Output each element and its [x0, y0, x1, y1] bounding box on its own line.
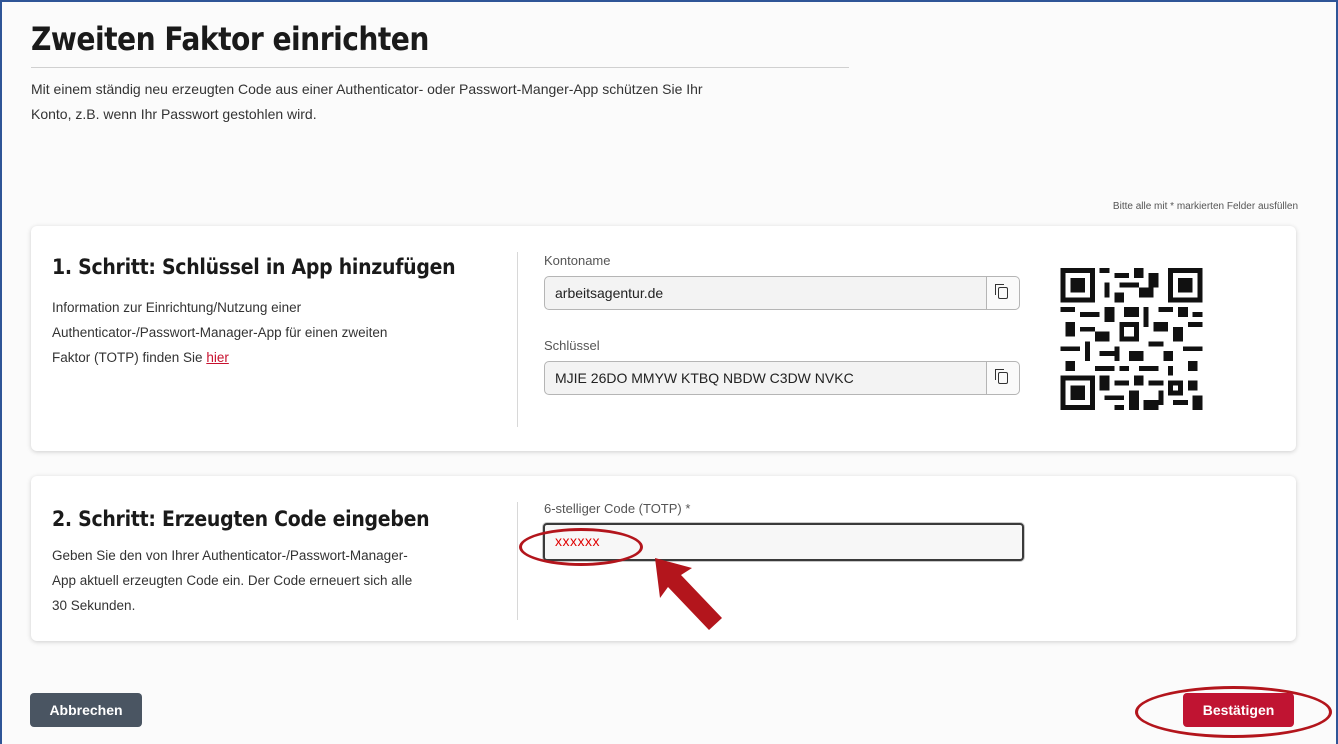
cancel-button[interactable]: Abbrechen	[30, 693, 142, 727]
qr-code-icon	[1058, 268, 1205, 410]
required-fields-hint: Bitte alle mit * markierten Felder ausfü…	[1112, 201, 1298, 212]
step1-divider	[517, 252, 518, 427]
secret-key-label: Schlüssel	[544, 338, 600, 353]
secret-key-field[interactable]: MJIE 26DO MMYW KTBQ NBDW C3DW NVKC	[544, 361, 994, 395]
step2-description: Geben Sie den von Ihrer Authenticator-/P…	[52, 543, 502, 618]
code-highlight-ellipse	[519, 528, 643, 566]
intro-line-2: Konto, z.B. wenn Ihr Passwort gestohlen …	[31, 106, 317, 122]
confirm-button[interactable]: Bestätigen	[1183, 693, 1294, 727]
copy-icon	[995, 284, 1008, 299]
page-title: Zweiten Faktor einrichten	[31, 20, 429, 58]
copy-icon	[995, 369, 1008, 384]
step2-text-line-2: App aktuell erzeugten Code ein. Der Code…	[52, 573, 413, 588]
account-name-label: Kontoname	[544, 253, 611, 268]
copy-key-button[interactable]	[986, 361, 1020, 395]
step1-text-line-2: Authenticator-/Passwort-Manager-App für …	[52, 325, 388, 340]
intro-line-1: Mit einem ständig neu erzeugten Code aus…	[31, 81, 703, 97]
step1-text-line-1: Information zur Einrichtung/Nutzung eine…	[52, 300, 302, 315]
step2-text-line-1: Geben Sie den von Ihrer Authenticator-/P…	[52, 548, 408, 563]
step1-description: Information zur Einrichtung/Nutzung eine…	[52, 295, 502, 370]
annotation-arrow-icon	[655, 558, 722, 630]
intro-text: Mit einem ständig neu erzeugten Code aus…	[31, 77, 841, 127]
step2-text-line-3: 30 Sekunden.	[52, 598, 136, 613]
step1-card: 1. Schritt: Schlüssel in App hinzufügen …	[31, 226, 1296, 451]
secret-key-value: MJIE 26DO MMYW KTBQ NBDW C3DW NVKC	[555, 370, 854, 386]
totp-code-label: 6-stelliger Code (TOTP) *	[544, 501, 691, 516]
step1-text-line-3-prefix: Faktor (TOTP) finden Sie	[52, 350, 207, 365]
step1-title: 1. Schritt: Schlüssel in App hinzufügen	[52, 255, 456, 279]
step1-text-line-3: Faktor (TOTP) finden Sie hier	[52, 345, 502, 370]
step2-title: 2. Schritt: Erzeugten Code eingeben	[52, 507, 430, 531]
title-divider	[31, 67, 849, 68]
step2-divider	[517, 502, 518, 620]
help-link[interactable]: hier	[206, 350, 229, 365]
copy-account-button[interactable]	[986, 276, 1020, 310]
account-name-field[interactable]: arbeitsagentur.de	[544, 276, 994, 310]
